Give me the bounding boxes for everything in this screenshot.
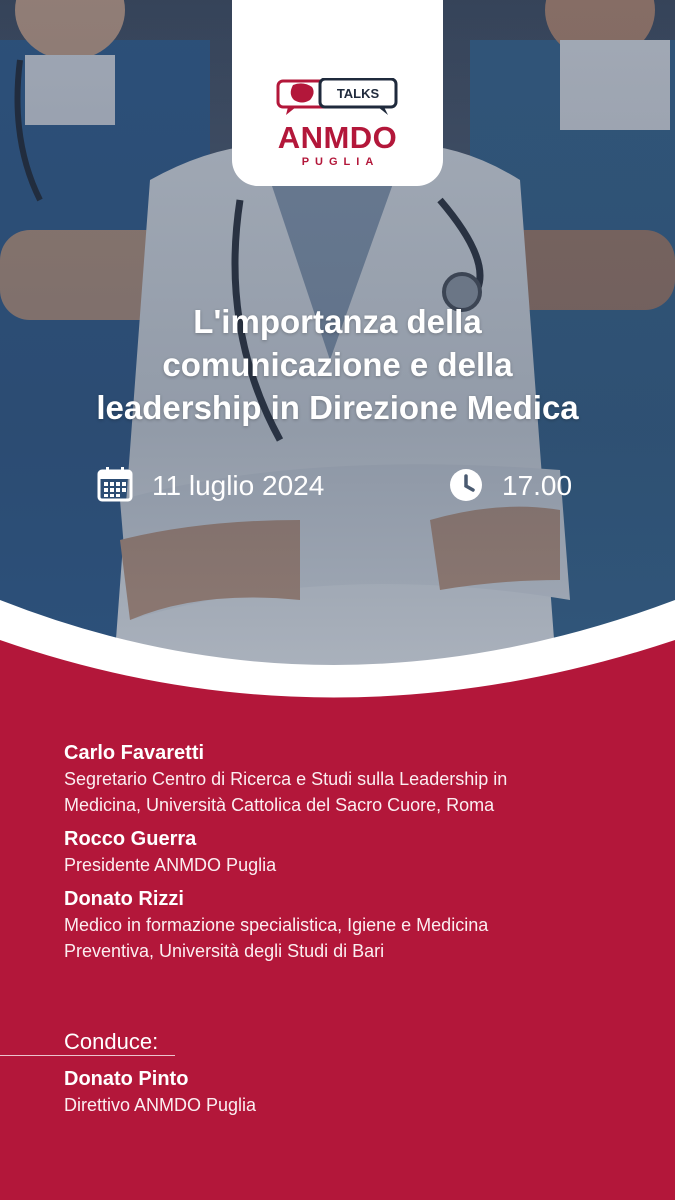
wave-divider [0,600,675,720]
date-time-row: 11 luglio 2024 17.00 [0,466,675,506]
logo-subtitle: PUGLIA [301,156,380,168]
host-name: Donato Pinto [64,1068,189,1090]
conduce-label: Conduce: [64,1029,159,1054]
logo-talks: TALKS [337,86,380,101]
speaker-role: Segretario Centro di Ricerca e Studi sul… [64,769,508,789]
logo-card: TALKS ANMDO PUGLIA [232,0,443,186]
speaker-role: Medico in formazione specialistica, Igie… [64,915,489,935]
logo-title: ANMDO [277,120,398,155]
speaker-name: Carlo Favaretti [64,742,205,764]
speaker-name: Donato Rizzi [64,888,184,910]
speech-bubbles-icon: TALKS [276,78,398,115]
clock-icon [450,469,482,501]
speaker: Carlo Favaretti Segretario Centro di Ric… [64,740,654,818]
calendar-icon [97,467,133,502]
event-title-line: L'importanza della [193,303,482,340]
speaker-role: Preventiva, Università degli Studi di Ba… [64,941,385,961]
host-role: Direttivo ANMDO Puglia [64,1095,257,1115]
speaker: Donato Rizzi Medico in formazione specia… [64,886,654,964]
event-time: 17.00 [502,470,573,501]
speaker: Rocco Guerra Presidente ANMDO Puglia [64,826,654,878]
conduce-underline [0,1055,175,1056]
event-title-line: comunicazione e della [162,346,513,383]
speakers-list: Carlo Favaretti Segretario Centro di Ric… [64,740,654,972]
speaker-role: Presidente ANMDO Puglia [64,855,277,875]
speaker-role: Medicina, Università Cattolica del Sacro… [64,795,495,815]
event-title: L'importanza della comunicazione e della… [20,300,655,429]
host: Donato Pinto Direttivo ANMDO Puglia [64,1066,256,1118]
event-title-line: leadership in Direzione Medica [96,389,579,426]
event-date: 11 luglio 2024 [152,470,325,501]
speaker-name: Rocco Guerra [64,828,197,850]
